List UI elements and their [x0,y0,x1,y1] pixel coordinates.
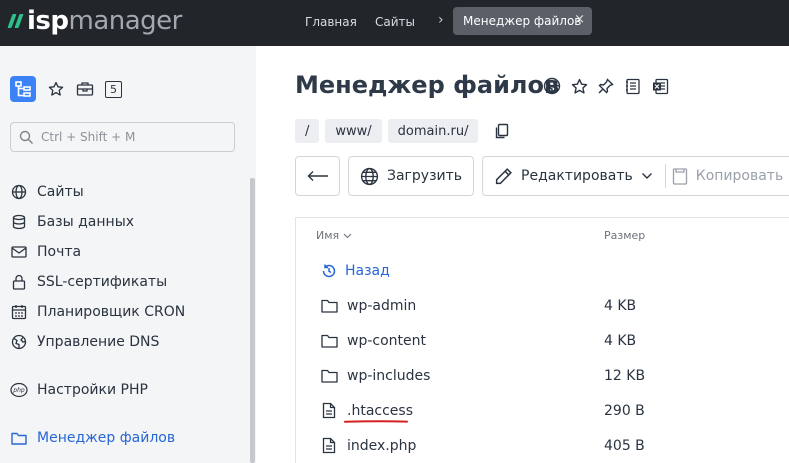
sidebar-item-php[interactable]: php Настройки PHP [10,379,148,401]
sidebar-item-databases[interactable]: Базы данных [10,211,134,233]
sidebar-item-label: Планировщик CRON [37,304,186,320]
file-table: Имя Размер Назад wp-admin 4 KB wp-conten… [295,217,789,463]
excel-icon[interactable] [651,77,669,95]
file-size: 12 KB [604,367,646,384]
path-segment-root[interactable]: / [295,119,320,143]
file-icon [320,437,338,455]
sidebar-item-sites[interactable]: Сайты [10,181,84,203]
file-toolbar: Загрузить Редактировать Копировать [295,156,789,196]
table-row[interactable]: wp-content 4 KB [296,323,789,358]
counter-badge[interactable]: 5 [105,80,122,98]
page-title: Менеджер файлов [295,71,560,99]
briefcase-icon[interactable] [76,80,94,98]
sidebar-item-cron[interactable]: Планировщик CRON [10,301,185,323]
file-name[interactable]: index.php [347,438,416,454]
arrow-left-icon [307,171,328,181]
copy-path-icon[interactable] [494,123,510,139]
sidebar-item-label: Управление DNS [37,334,160,350]
back-clock-icon [320,262,338,280]
sidebar-item-ssl[interactable]: SSL-сертификаты [10,271,167,293]
sidebar-item-label: SSL-сертификаты [37,274,168,290]
main-panel: Менеджер файлов / www/ domain.ru/ Загруз… [256,46,789,463]
column-header-size[interactable]: Размер [604,229,645,242]
star-icon[interactable] [47,80,65,98]
sidebar-item-label: Настройки PHP [37,382,148,398]
copy-button[interactable]: Копировать [696,168,789,184]
close-icon[interactable]: × [574,12,585,27]
tree-icon[interactable] [10,76,36,102]
upload-button[interactable]: Загрузить [348,156,475,196]
breadcrumb-sites[interactable]: Сайты [375,15,415,29]
table-row-back[interactable]: Назад [296,253,789,288]
back-button[interactable] [295,156,340,196]
file-size: 290 B [604,402,645,419]
logo-text: ispmanager [27,6,182,36]
edit-button[interactable]: Редактировать Копировать [482,156,789,196]
upload-label: Загрузить [387,168,463,184]
table-row[interactable]: .htaccess 290 B [296,393,789,428]
sidebar-item-dns[interactable]: Управление DNS [10,331,159,353]
file-size: 4 KB [604,297,637,314]
globe-icon [10,183,28,201]
svg-text:php: php [12,387,25,394]
search-input[interactable] [41,130,221,144]
notes-icon[interactable] [624,77,642,95]
sort-chevron-icon [343,233,352,239]
globe-icon[interactable] [543,77,561,95]
table-row[interactable]: index.php 405 B [296,428,789,463]
table-row[interactable]: wp-includes 12 KB [296,358,789,393]
pencil-icon [495,167,512,184]
file-name[interactable]: .htaccess [347,403,413,419]
sidebar-search[interactable] [10,122,235,152]
pin-icon[interactable] [597,77,615,95]
title-actions [543,77,669,95]
copy-file-icon [672,167,687,185]
path-breadcrumb: / www/ domain.ru/ [295,119,510,143]
sidebar-item-label: Почта [37,244,82,260]
sidebar-item-label: Базы данных [37,214,135,230]
upload-globe-icon [360,167,379,185]
sidebar-item-label: Менеджер файлов [37,430,176,446]
chevron-down-icon[interactable] [641,172,653,180]
sidebar-item-label: Сайты [37,184,84,200]
tab-file-manager[interactable]: Менеджер файлов × [453,7,592,35]
mail-icon [10,243,28,261]
back-link[interactable]: Назад [345,263,390,279]
top-bar: ispmanager Главная Сайты › Менеджер файл… [0,0,789,46]
breadcrumb-separator: › [438,12,444,28]
breadcrumb-home[interactable]: Главная [305,15,357,29]
folder-icon [320,367,338,385]
database-icon [10,213,28,231]
calendar-icon [10,303,28,321]
sidebar-item-mail[interactable]: Почта [10,241,81,263]
tab-label: Менеджер файлов [463,14,582,28]
column-header-name[interactable]: Имя [316,229,352,242]
lock-icon [10,273,28,291]
file-name[interactable]: wp-content [347,333,426,349]
sidebar: 5 Сайты Базы данных Почта SSL-сертификат… [0,46,256,463]
edit-label: Редактировать [521,168,633,184]
file-name[interactable]: wp-includes [347,368,430,384]
path-segment-www[interactable]: www/ [325,119,382,143]
folder-icon [10,429,28,447]
folder-icon [320,332,338,350]
star-icon[interactable] [570,77,588,95]
logo-mark-icon [7,14,24,28]
search-icon [19,130,33,144]
red-underline-annotation [344,420,408,423]
sidebar-scrollbar[interactable] [250,178,255,463]
php-icon: php [10,381,28,399]
path-segment-domain[interactable]: domain.ru/ [387,119,479,143]
toolbar-divider [664,164,666,188]
folder-icon [320,297,338,315]
ispmanager-logo[interactable]: ispmanager [7,6,182,36]
file-size: 405 B [604,437,645,454]
sidebar-toolbar: 5 [10,76,122,102]
file-name[interactable]: wp-admin [347,298,416,314]
file-size: 4 KB [604,332,637,349]
table-row[interactable]: wp-admin 4 KB [296,288,789,323]
sidebar-item-file-manager[interactable]: Менеджер файлов [10,427,175,449]
dns-globe-icon [10,333,28,351]
file-icon [320,402,338,420]
